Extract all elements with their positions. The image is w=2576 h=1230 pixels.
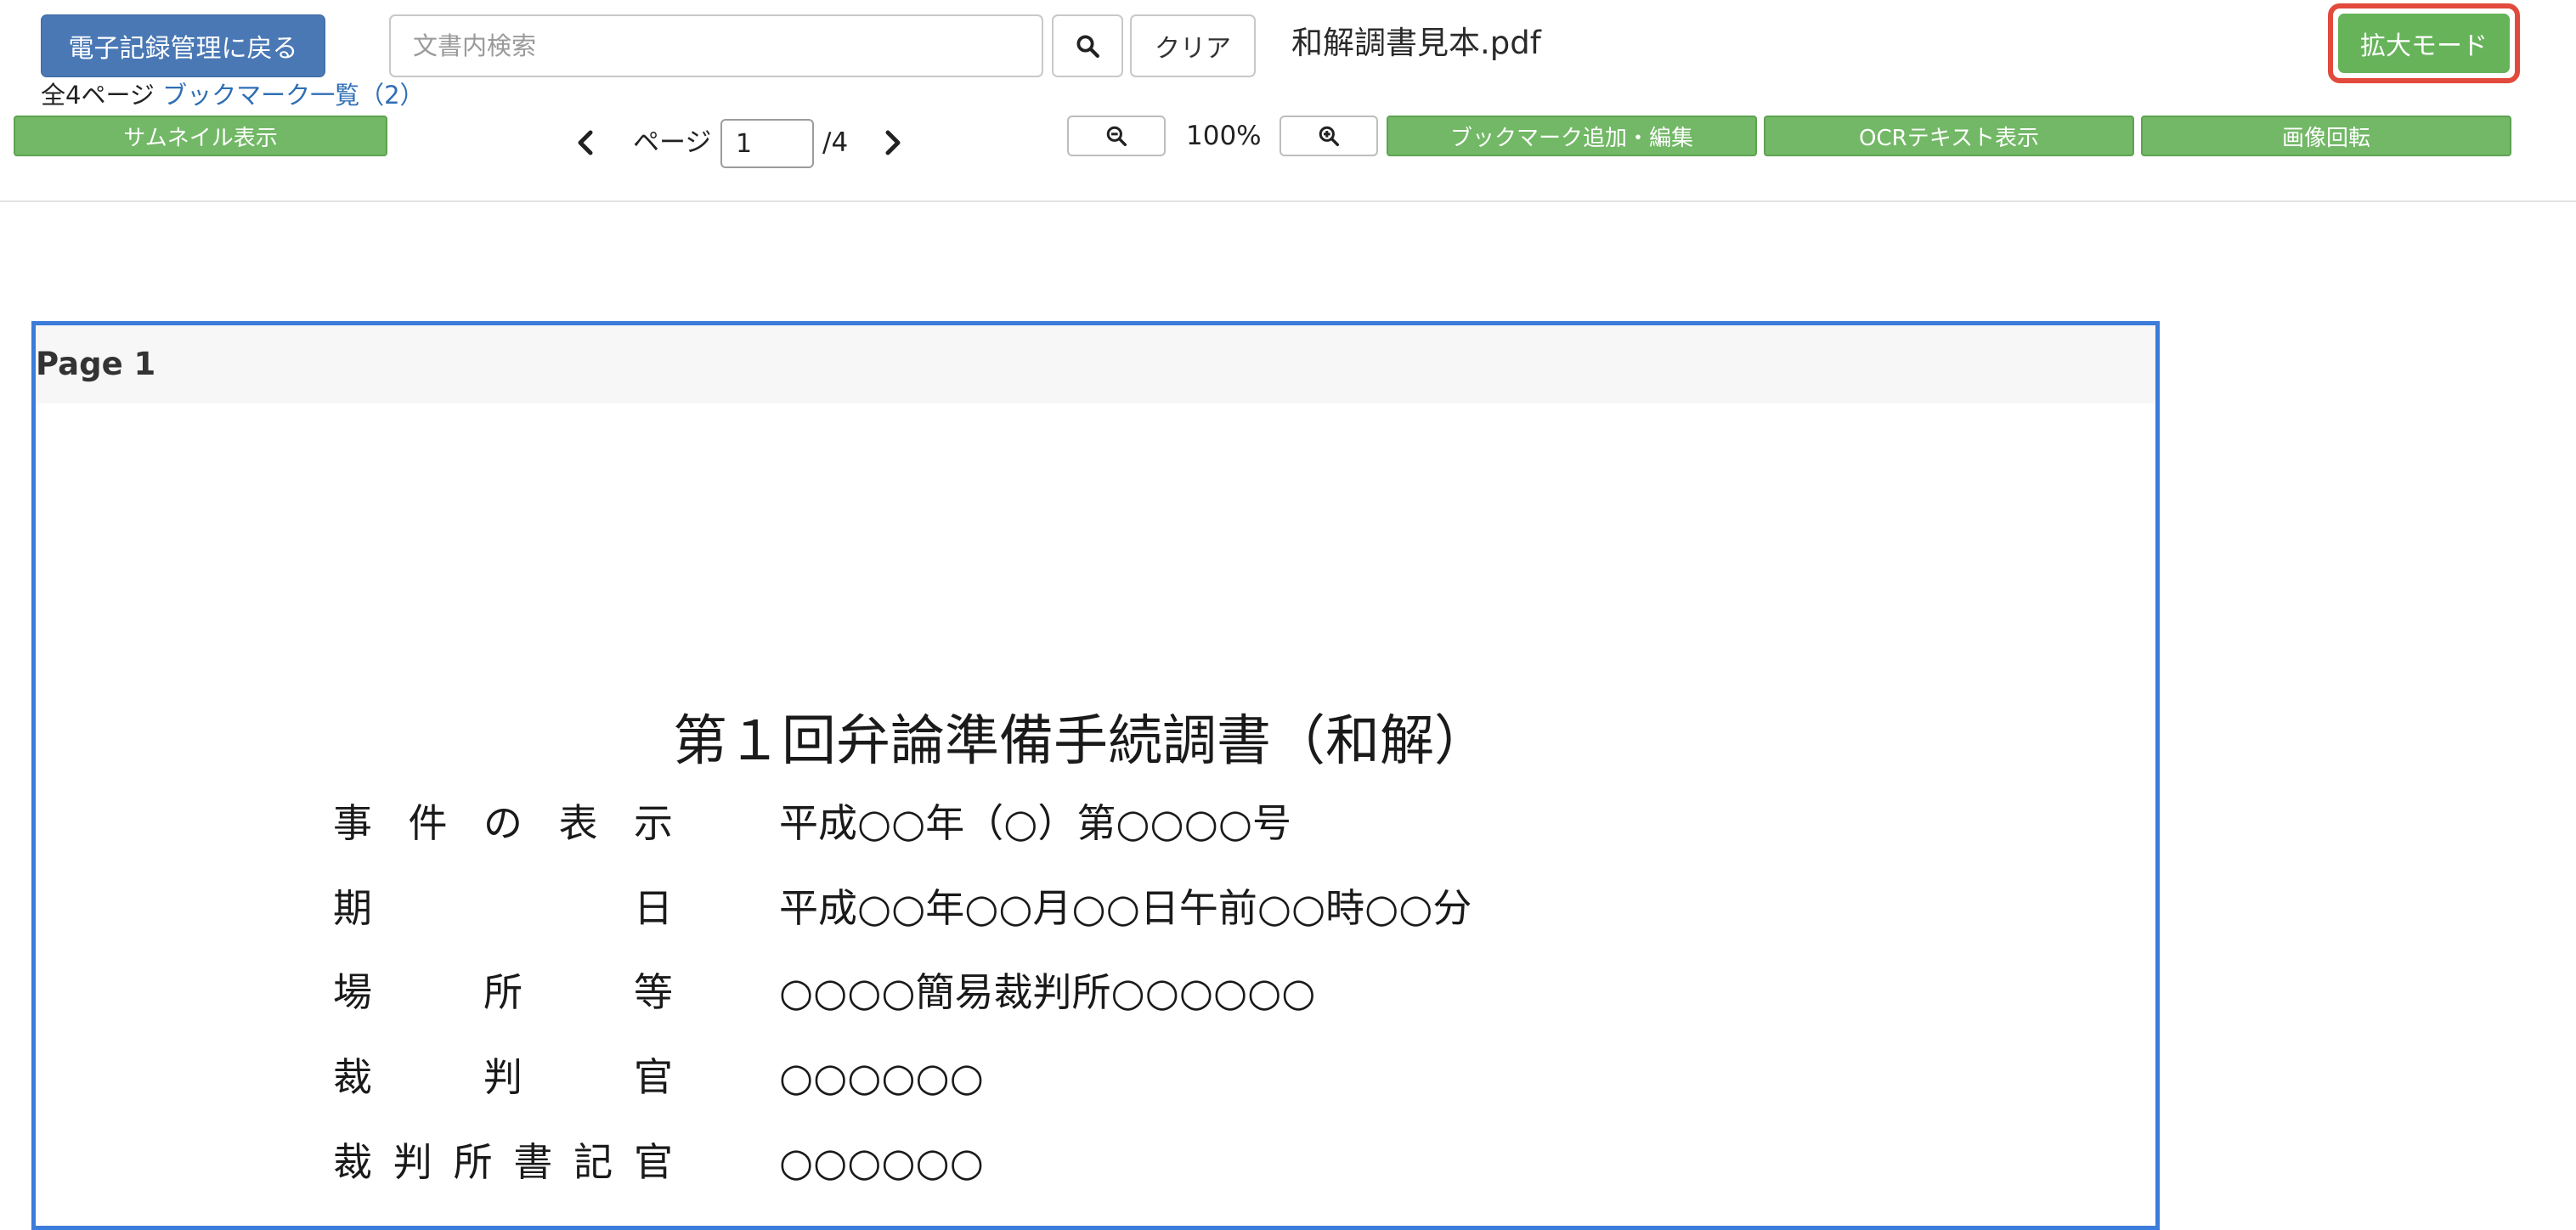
search-button[interactable]: [1052, 14, 1123, 77]
field-label-date: 期日: [333, 885, 673, 931]
toolbar-divider: [0, 200, 2576, 202]
document-search-input[interactable]: [389, 14, 1043, 77]
page-number-input[interactable]: [720, 119, 814, 168]
zoom-level: 100%: [1186, 121, 1262, 151]
expand-mode-highlight: 拡大モード: [2328, 3, 2520, 83]
zoom-out-icon: [1106, 126, 1127, 147]
previous-page-button[interactable]: [568, 119, 603, 166]
field-value-judge: ○○○○○○: [779, 1054, 984, 1100]
field-label-place: 場所等: [333, 969, 673, 1015]
field-value-clerk: ○○○○○○: [779, 1139, 984, 1185]
total-pages-text: 全4ページ: [41, 81, 155, 110]
total-pages-label: /4: [822, 127, 849, 158]
expand-mode-button[interactable]: 拡大モード: [2338, 14, 2510, 73]
chevron-right-icon: [885, 130, 901, 155]
zoom-in-icon: [1319, 126, 1340, 147]
page-info: 全4ページ ブックマーク一覧（2）: [41, 78, 425, 112]
back-to-records-button[interactable]: 電子記録管理に戻る: [41, 14, 325, 77]
field-label-clerk: 裁判所書記官: [333, 1139, 673, 1185]
field-value-case: 平成○○年（○）第○○○○号: [779, 800, 1291, 846]
next-page-button[interactable]: [875, 119, 911, 166]
ocr-text-button[interactable]: OCRテキスト表示: [1764, 116, 2134, 156]
bookmark-list-link[interactable]: ブックマーク一覧（2）: [162, 81, 424, 110]
clear-search-button[interactable]: クリア: [1130, 14, 1256, 77]
pdf-page-frame: Page 1 第１回弁論準備手続調書（和解） 事件の表示 平成○○年（○）第○○…: [31, 321, 2160, 1230]
field-value-date: 平成○○年○○月○○日午前○○時○○分: [779, 885, 1472, 931]
document-title: 和解調書見本.pdf: [1291, 25, 1541, 61]
thumbnail-view-button[interactable]: サムネイル表示: [14, 116, 387, 156]
field-label-case: 事件の表示: [333, 800, 673, 846]
field-label-judge: 裁判官: [333, 1054, 673, 1100]
document-heading: 第１回弁論準備手続調書（和解）: [673, 710, 1489, 773]
page-label: ページ: [633, 127, 712, 158]
chevron-left-icon: [578, 130, 593, 155]
page-header: Page 1: [36, 325, 2155, 403]
bookmark-edit-button[interactable]: ブックマーク追加・編集: [1387, 116, 1757, 156]
rotate-image-button[interactable]: 画像回転: [2141, 116, 2511, 156]
search-icon: [1076, 35, 1099, 58]
field-value-place: ○○○○簡易裁判所○○○○○○: [779, 969, 1316, 1015]
zoom-out-button[interactable]: [1067, 116, 1166, 156]
zoom-in-button[interactable]: [1280, 116, 1378, 156]
